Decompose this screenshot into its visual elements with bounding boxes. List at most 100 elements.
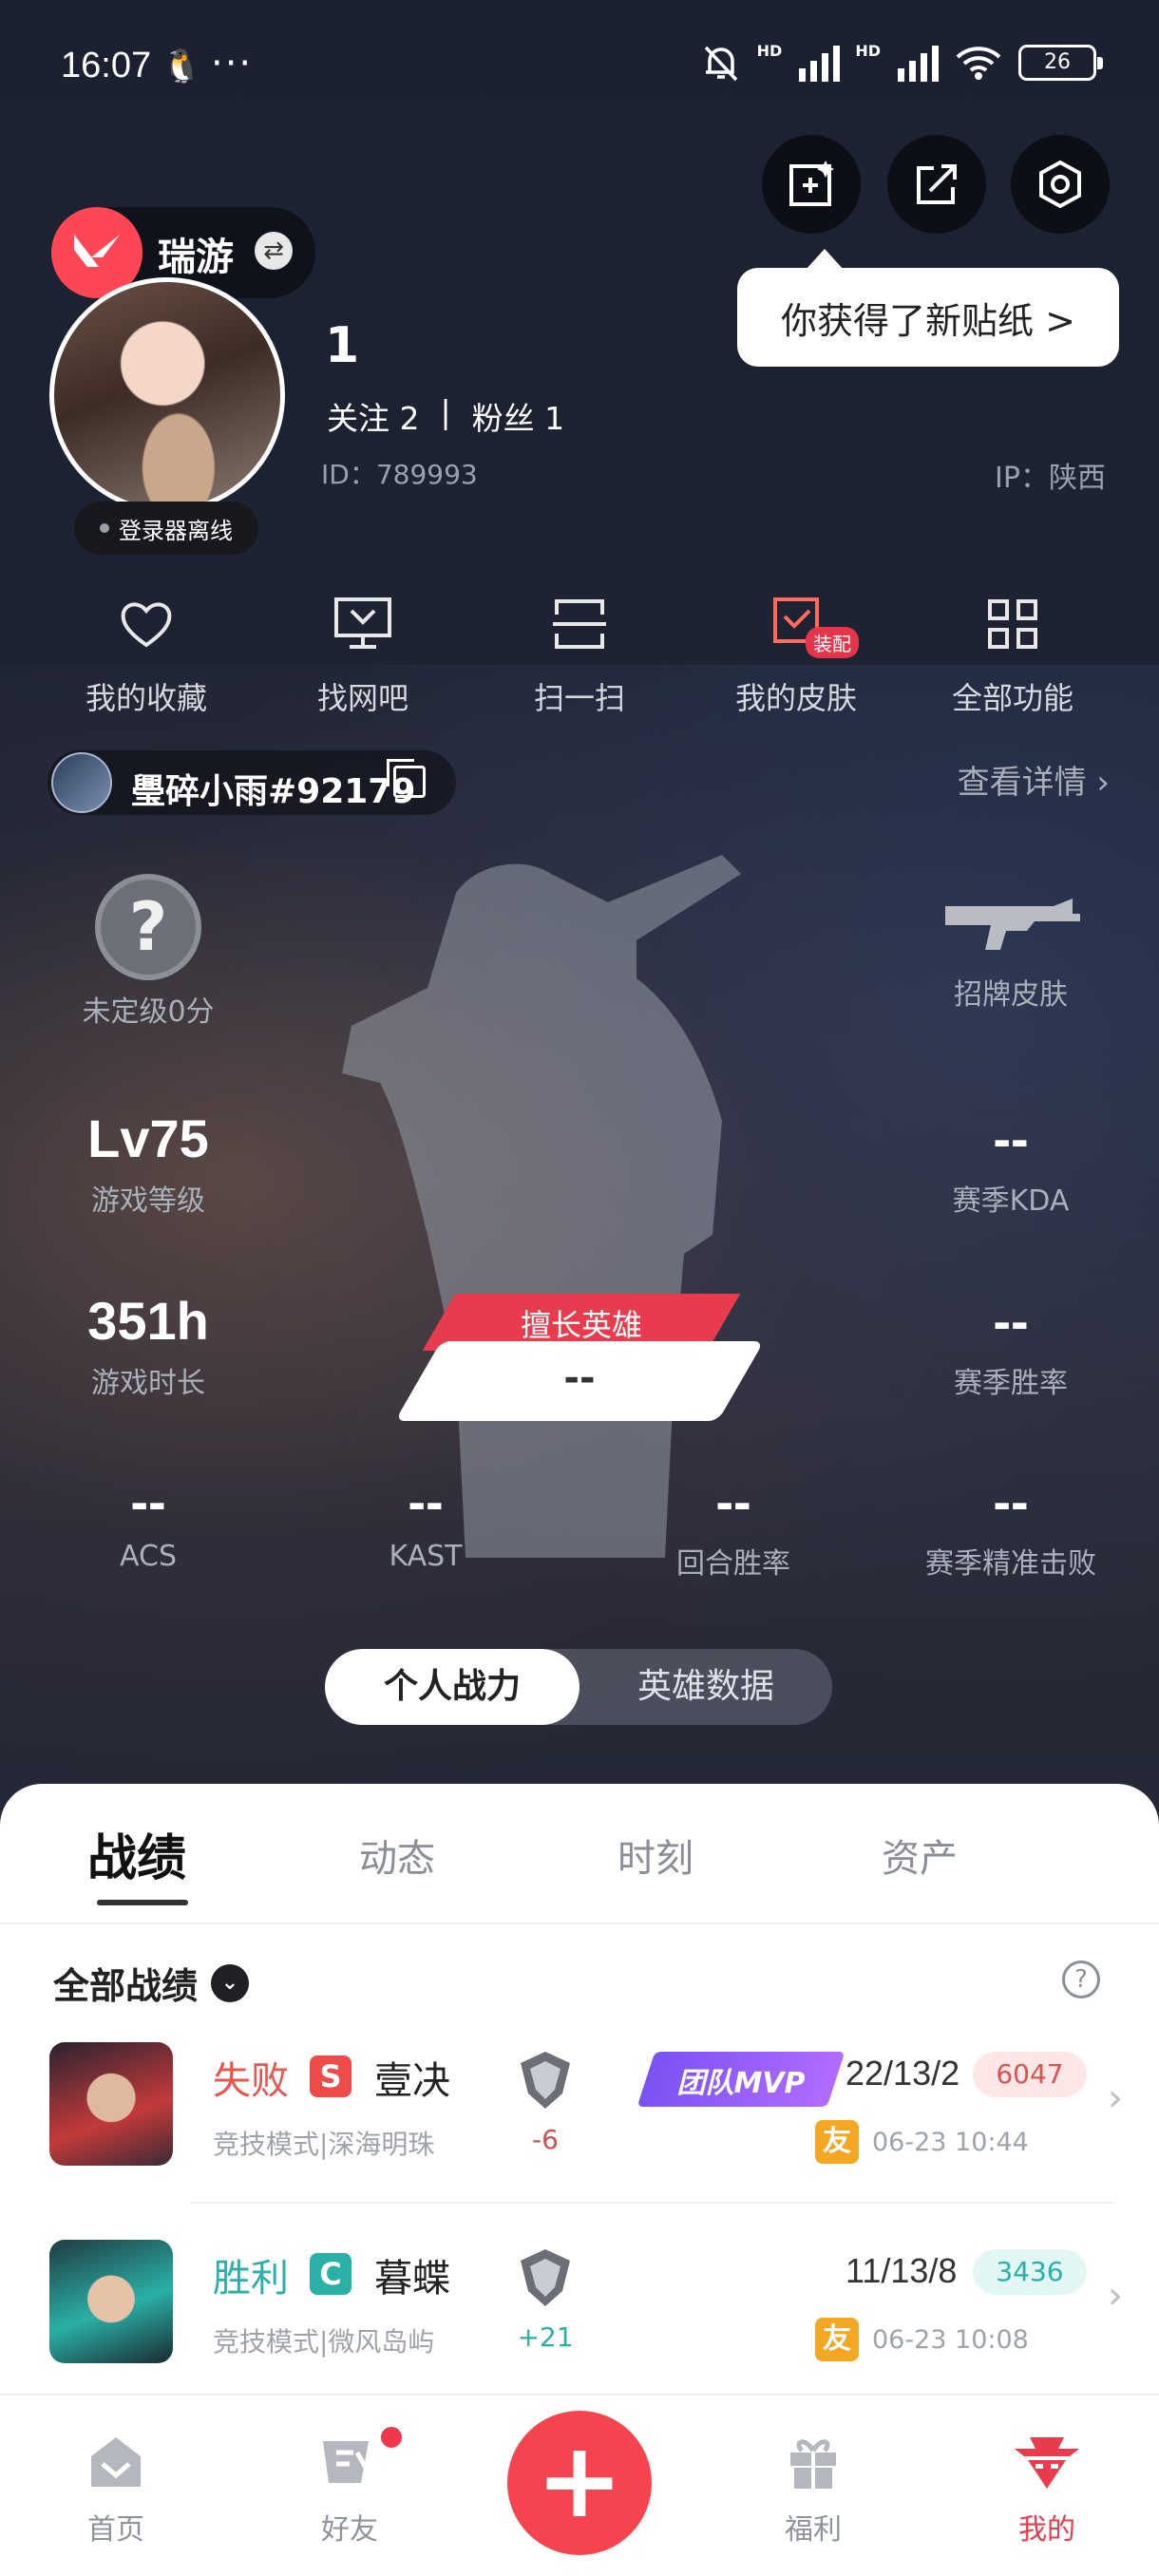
playtime-label: 游戏时长 — [91, 1367, 205, 1400]
rank-icon — [521, 2052, 570, 2109]
tab-feed[interactable]: 动态 — [359, 1828, 435, 1883]
rank-delta: -6 — [532, 2124, 559, 2155]
heart-icon — [121, 602, 172, 648]
rank-label: 未定级0分 — [82, 995, 215, 1029]
share-icon — [917, 164, 957, 204]
wifi-icon — [956, 47, 1001, 80]
view-details-link[interactable]: 查看详情 › — [958, 756, 1110, 803]
match-row[interactable]: 胜利 C 暮蝶 竞技模式|微风岛屿 +21 11/13/8 3436 友 06-… — [0, 2230, 1159, 2420]
match-filter-label: 全部战绩 — [53, 1965, 199, 2007]
season-kda-value: -- — [993, 1108, 1029, 1168]
nav-me[interactable]: 我的 — [980, 2432, 1113, 2548]
chevron-right-icon: › — [1108, 2274, 1123, 2318]
match-map-title: 暮蝶 — [374, 2257, 450, 2301]
rank-delta: +21 — [517, 2321, 574, 2353]
game-name: 瑞游 — [158, 236, 234, 279]
team-mvp-label: 团队MVP — [676, 2067, 806, 2100]
hero-silhouette — [342, 855, 741, 1558]
season-kda-stat: -- 赛季KDA — [897, 1108, 1125, 1219]
follow-separator: | — [440, 393, 451, 430]
avatar[interactable] — [49, 277, 285, 513]
kast-value: -- — [408, 1471, 444, 1531]
share-button[interactable] — [887, 135, 986, 234]
signature-skin-stat[interactable]: 招牌皮肤 — [897, 893, 1125, 1013]
gun-icon — [945, 899, 1080, 950]
create-post-button[interactable]: + — [507, 2411, 652, 2555]
gear-icon — [1039, 160, 1081, 209]
match-subtitle: 竞技模式|深海明珠 — [213, 2129, 435, 2160]
kast-label: KAST — [389, 1540, 463, 1573]
view-details-label: 查看详情 — [957, 764, 1087, 802]
active-tab-indicator — [97, 1900, 188, 1905]
segment-hero-data[interactable]: 英雄数据 — [580, 1649, 832, 1725]
season-precise-stat: -- 赛季精准击败 — [897, 1470, 1125, 1582]
match-score: 6047 — [973, 2052, 1087, 2097]
swap-icon[interactable]: ⇄ — [255, 232, 293, 270]
tab-assets[interactable]: 资产 — [882, 1828, 958, 1883]
nav-home[interactable]: 首页 — [49, 2432, 182, 2548]
rank-icon — [521, 2249, 570, 2306]
sticker-button[interactable] — [762, 135, 861, 234]
signature-skin-label: 招牌皮肤 — [954, 978, 1068, 1012]
status-dot — [100, 523, 109, 533]
signal-icon-2 — [898, 44, 939, 82]
quick-action-netcafe[interactable]: 找网吧 — [258, 587, 467, 718]
acs-label: ACS — [120, 1540, 177, 1573]
match-time: 06-23 10:44 — [872, 2128, 1029, 2157]
quick-action-favorites[interactable]: 我的收藏 — [42, 587, 251, 718]
profile-icon — [1015, 2437, 1079, 2489]
quick-action-label: 我的收藏 — [85, 680, 207, 716]
signal-icon — [799, 44, 841, 82]
nav-label: 好友 — [321, 2513, 378, 2547]
quick-action-scan[interactable]: 扫一扫 — [475, 587, 684, 718]
season-winrate-label: 赛季胜率 — [954, 1367, 1068, 1400]
match-time: 06-23 10:08 — [872, 2325, 1029, 2355]
segment-personal-power[interactable]: 个人战力 — [325, 1649, 580, 1725]
monitor-icon — [334, 597, 391, 649]
match-row[interactable]: 失败 S 壹决 竞技模式|深海明珠 -6 团队MVP 22/13/2 6047 … — [0, 2033, 1159, 2223]
match-map-title: 壹决 — [374, 2059, 450, 2103]
season-precise-value: -- — [993, 1471, 1029, 1531]
quick-action-all[interactable]: 全部功能 — [908, 587, 1117, 718]
gift-icon — [790, 2439, 836, 2489]
chevron-right-icon: › — [1108, 2076, 1123, 2120]
quick-action-skins[interactable]: 装配 我的皮肤 — [692, 587, 901, 718]
chevron-down-icon: ⌄ — [211, 1963, 250, 2002]
quick-action-label: 扫一扫 — [533, 680, 625, 716]
rank-stat[interactable]: ? 未定级0分 — [34, 874, 262, 1030]
settings-button[interactable] — [1011, 135, 1110, 234]
help-icon[interactable]: ? — [1062, 1960, 1100, 1998]
network-type: HD — [756, 42, 783, 60]
agent-avatar — [49, 2240, 173, 2363]
home-icon — [91, 2437, 141, 2487]
new-sticker-bubble[interactable]: 你获得了新贴纸 > — [737, 249, 1119, 367]
quick-action-label: 找网吧 — [316, 680, 408, 716]
username: 1 — [325, 317, 360, 374]
tab-moments[interactable]: 时刻 — [618, 1828, 694, 1883]
match-kda: 11/13/8 — [846, 2251, 958, 2290]
match-kda: 22/13/2 — [846, 2054, 960, 2093]
acs-value: -- — [130, 1471, 166, 1531]
match-filter[interactable]: 全部战绩 ⌄ — [53, 1957, 250, 2009]
copy-icon[interactable] — [387, 759, 426, 798]
ip-location: IP：陕西 — [995, 462, 1106, 495]
season-kda-label: 赛季KDA — [952, 1184, 1070, 1218]
nav-rewards[interactable]: 福利 — [747, 2432, 880, 2548]
mode-badge: S — [310, 2055, 352, 2097]
match-subtitle: 竞技模式|微风岛屿 — [213, 2326, 435, 2358]
user-id: ID：789993 — [321, 459, 478, 490]
grid-icon — [988, 599, 1037, 649]
player-avatar — [51, 752, 112, 813]
nav-label: 我的 — [1018, 2513, 1075, 2547]
playtime-stat: 351h 游戏时长 — [34, 1290, 262, 1401]
season-winrate-stat: -- 赛季胜率 — [897, 1290, 1125, 1401]
qq-notification-icon: 🐧 — [162, 47, 202, 85]
tab-match-history[interactable]: 战绩 — [87, 1818, 186, 1889]
match-score: 3436 — [973, 2249, 1087, 2295]
followers-count[interactable]: 粉丝 1 — [472, 393, 565, 439]
status-icons: HD HD 26 — [700, 42, 1103, 84]
quick-action-label: 全部功能 — [951, 680, 1074, 716]
following-count[interactable]: 关注 2 — [327, 393, 420, 439]
battery-indicator: 26 — [1018, 45, 1103, 81]
more-notifications-icon: ··· — [211, 42, 254, 85]
